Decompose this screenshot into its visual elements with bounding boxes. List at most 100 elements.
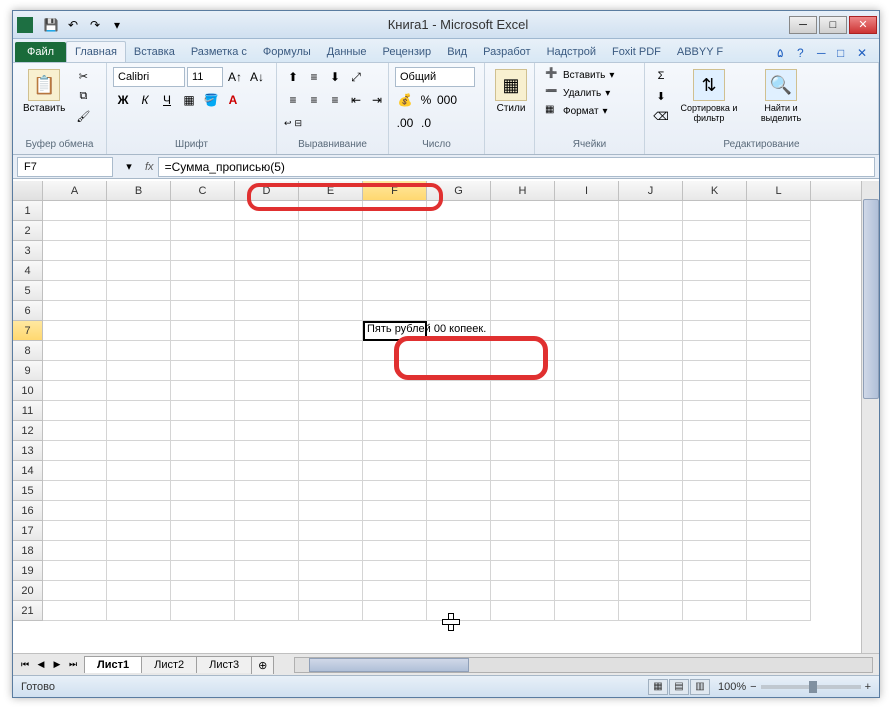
currency-button[interactable]: 💰 [395, 90, 415, 110]
cell-B10[interactable] [107, 381, 171, 401]
cell-L10[interactable] [747, 381, 811, 401]
cell-J9[interactable] [619, 361, 683, 381]
cell-G15[interactable] [427, 481, 491, 501]
increase-decimal-button[interactable]: .00 [395, 113, 415, 133]
cell-D13[interactable] [235, 441, 299, 461]
bold-button[interactable]: Ж [113, 90, 133, 110]
column-header-J[interactable]: J [619, 181, 683, 200]
row-header-5[interactable]: 5 [13, 281, 43, 301]
cell-C2[interactable] [171, 221, 235, 241]
cell-K16[interactable] [683, 501, 747, 521]
cell-L14[interactable] [747, 461, 811, 481]
cell-A1[interactable] [43, 201, 107, 221]
cell-A13[interactable] [43, 441, 107, 461]
fill-button[interactable]: ⬇ [651, 87, 671, 105]
tab-insert[interactable]: Вставка [126, 42, 183, 62]
cell-A8[interactable] [43, 341, 107, 361]
grow-font-button[interactable]: A↑ [225, 67, 245, 87]
indent-decrease-button[interactable]: ⇤ [346, 90, 366, 110]
page-break-view-button[interactable]: ▥ [690, 679, 710, 695]
cell-A21[interactable] [43, 601, 107, 621]
cell-H11[interactable] [491, 401, 555, 421]
cell-A18[interactable] [43, 541, 107, 561]
underline-button[interactable]: Ч [157, 90, 177, 110]
cell-L11[interactable] [747, 401, 811, 421]
row-header-9[interactable]: 9 [13, 361, 43, 381]
cell-K9[interactable] [683, 361, 747, 381]
cell-C11[interactable] [171, 401, 235, 421]
cell-H20[interactable] [491, 581, 555, 601]
cell-A12[interactable] [43, 421, 107, 441]
cell-A2[interactable] [43, 221, 107, 241]
cell-L1[interactable] [747, 201, 811, 221]
cell-K21[interactable] [683, 601, 747, 621]
cell-E1[interactable] [299, 201, 363, 221]
cell-K7[interactable] [683, 321, 747, 341]
cell-D15[interactable] [235, 481, 299, 501]
cell-I20[interactable] [555, 581, 619, 601]
cell-G13[interactable] [427, 441, 491, 461]
cell-I6[interactable] [555, 301, 619, 321]
cell-A9[interactable] [43, 361, 107, 381]
cell-D14[interactable] [235, 461, 299, 481]
cell-K4[interactable] [683, 261, 747, 281]
cell-E5[interactable] [299, 281, 363, 301]
cell-K17[interactable] [683, 521, 747, 541]
cell-A5[interactable] [43, 281, 107, 301]
cell-L12[interactable] [747, 421, 811, 441]
cell-I19[interactable] [555, 561, 619, 581]
cell-A17[interactable] [43, 521, 107, 541]
page-layout-view-button[interactable]: ▤ [669, 679, 689, 695]
row-header-11[interactable]: 11 [13, 401, 43, 421]
cell-C3[interactable] [171, 241, 235, 261]
formula-input[interactable]: =Сумма_прописью(5) [158, 157, 875, 177]
tab-layout[interactable]: Разметка с [183, 42, 255, 62]
tab-formulas[interactable]: Формулы [255, 42, 319, 62]
row-header-3[interactable]: 3 [13, 241, 43, 261]
cell-L9[interactable] [747, 361, 811, 381]
column-header-D[interactable]: D [235, 181, 299, 200]
cell-D7[interactable] [235, 321, 299, 341]
sheet-nav-next[interactable]: ▶ [49, 657, 65, 673]
cell-K19[interactable] [683, 561, 747, 581]
tab-home[interactable]: Главная [66, 41, 126, 62]
cell-D21[interactable] [235, 601, 299, 621]
cell-D9[interactable] [235, 361, 299, 381]
cell-K1[interactable] [683, 201, 747, 221]
cell-E8[interactable] [299, 341, 363, 361]
cell-K10[interactable] [683, 381, 747, 401]
cell-C19[interactable] [171, 561, 235, 581]
row-header-14[interactable]: 14 [13, 461, 43, 481]
cell-B20[interactable] [107, 581, 171, 601]
cell-J4[interactable] [619, 261, 683, 281]
cell-E3[interactable] [299, 241, 363, 261]
cell-J17[interactable] [619, 521, 683, 541]
maximize-button[interactable]: □ [819, 16, 847, 34]
column-header-E[interactable]: E [299, 181, 363, 200]
cell-G17[interactable] [427, 521, 491, 541]
cell-J16[interactable] [619, 501, 683, 521]
cell-J19[interactable] [619, 561, 683, 581]
cell-F13[interactable] [363, 441, 427, 461]
tab-abbyy[interactable]: ABBYY F [669, 42, 731, 62]
cell-G3[interactable] [427, 241, 491, 261]
cell-G19[interactable] [427, 561, 491, 581]
cell-G4[interactable] [427, 261, 491, 281]
indent-increase-button[interactable]: ⇥ [367, 90, 387, 110]
cell-K11[interactable] [683, 401, 747, 421]
cell-B7[interactable] [107, 321, 171, 341]
cell-F5[interactable] [363, 281, 427, 301]
cell-I2[interactable] [555, 221, 619, 241]
cell-A3[interactable] [43, 241, 107, 261]
save-button[interactable]: 💾 [41, 15, 61, 35]
cell-C5[interactable] [171, 281, 235, 301]
cell-J1[interactable] [619, 201, 683, 221]
cell-G11[interactable] [427, 401, 491, 421]
cell-C10[interactable] [171, 381, 235, 401]
cell-F19[interactable] [363, 561, 427, 581]
cell-J20[interactable] [619, 581, 683, 601]
cell-I15[interactable] [555, 481, 619, 501]
cell-G1[interactable] [427, 201, 491, 221]
cell-D12[interactable] [235, 421, 299, 441]
cell-I11[interactable] [555, 401, 619, 421]
